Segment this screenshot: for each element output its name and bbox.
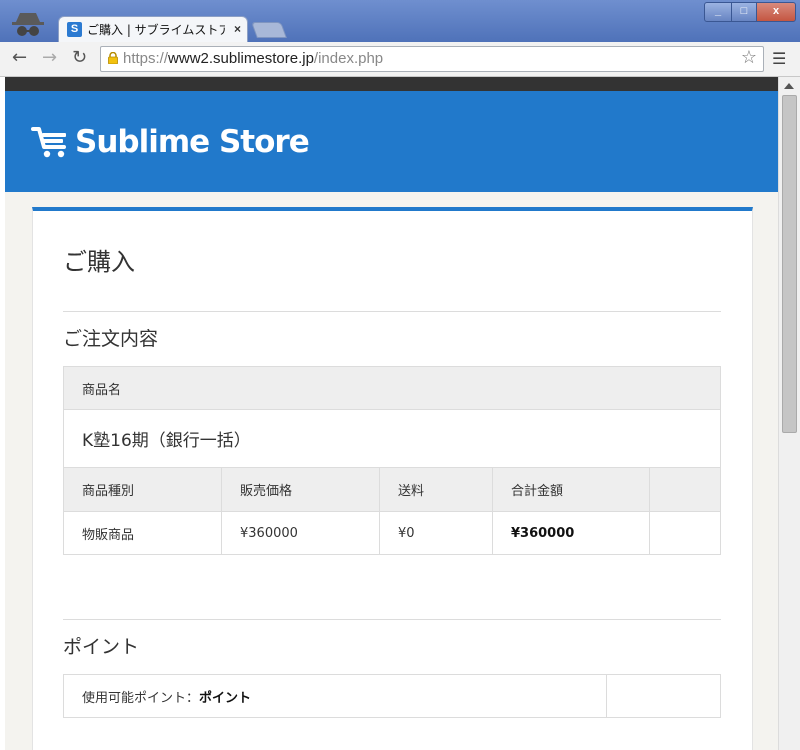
points-section-title: ポイント (63, 636, 140, 658)
site-logo[interactable]: Sublime Store (75, 124, 310, 160)
close-window-button[interactable]: x (756, 2, 796, 22)
tab-active[interactable]: S ご購入 | サブライムストア × (58, 16, 248, 43)
table-row: 物販商品 ¥360000 ¥0 ¥360000 (64, 512, 720, 554)
column-header: 販売価格 (240, 484, 293, 499)
url-host: www2.sublimestore.jp (168, 50, 314, 67)
product-name: K塾16期（銀行一括） (82, 431, 251, 451)
product-name-header-row: 商品名 (64, 367, 720, 409)
points-table: 使用可能ポイント： ポイント (63, 674, 721, 718)
vertical-scrollbar[interactable] (778, 77, 800, 750)
table-header-row: 商品種別 販売価格 送料 合計金額 (64, 468, 720, 511)
lock-icon (108, 52, 118, 64)
new-tab-button[interactable] (251, 22, 287, 38)
browser-toolbar: ← → ↻ https://www2.sublimestore.jp/index… (0, 42, 800, 77)
product-name-header: 商品名 (82, 382, 122, 398)
scroll-up-arrow-icon[interactable] (784, 83, 794, 89)
scroll-thumb[interactable] (782, 95, 797, 433)
product-name-row: K塾16期（銀行一括） (64, 410, 720, 467)
divider (63, 619, 721, 620)
minimize-button[interactable]: _ (704, 2, 732, 22)
address-bar[interactable]: https://www2.sublimestore.jp/index.php ☆ (100, 46, 764, 72)
browser-titlebar: S ご購入 | サブライムストア × _ □ x (0, 0, 800, 43)
page-viewport: Sublime Store ご購入 ご注文内容 商品名 K塾16期（銀行一括） … (5, 77, 778, 750)
points-label: 使用可能ポイント： (82, 690, 200, 706)
tab-close-icon[interactable]: × (234, 21, 241, 37)
star-icon[interactable]: ☆ (741, 48, 757, 68)
points-value: ポイント (199, 690, 252, 706)
order-section-title: ご注文内容 (63, 328, 159, 350)
incognito-icon (12, 13, 44, 36)
table-cell: ¥0 (398, 525, 415, 541)
site-header: Sublime Store (5, 91, 778, 192)
column-divider (649, 468, 650, 511)
url-path: /index.php (313, 50, 384, 67)
column-header: 送料 (398, 484, 425, 499)
site-favicon-icon: S (67, 22, 82, 37)
column-divider (649, 512, 650, 554)
table-cell: ¥360000 (240, 525, 298, 541)
back-icon[interactable]: ← (12, 48, 27, 68)
url-text: https://www2.sublimestore.jp/index.php (123, 50, 383, 68)
total-amount: ¥360000 (511, 525, 575, 541)
order-table: 商品名 K塾16期（銀行一括） 商品種別 販売価格 送料 合計金額 物販商品 ¥… (63, 366, 721, 555)
column-header: 商品種別 (82, 484, 135, 499)
forward-icon[interactable]: → (42, 48, 57, 68)
tab-title: ご購入 | サブライムストア (87, 23, 225, 37)
maximize-button[interactable]: □ (731, 2, 757, 22)
top-bar (5, 77, 778, 91)
column-header: 合計金額 (511, 484, 564, 499)
reload-icon[interactable]: ↻ (72, 48, 87, 68)
menu-icon[interactable]: ☰ (772, 50, 786, 68)
url-scheme: https:// (123, 50, 169, 67)
cart-icon (31, 127, 66, 158)
divider (63, 311, 721, 312)
column-divider (606, 675, 607, 717)
points-row: 使用可能ポイント： ポイント (64, 675, 720, 717)
purchase-card: ご購入 ご注文内容 商品名 K塾16期（銀行一括） 商品種別 販売価格 送料 合… (32, 207, 753, 750)
table-cell: 物販商品 (82, 527, 135, 543)
points-cell: 使用可能ポイント： ポイント (64, 675, 606, 717)
page-title: ご購入 (63, 248, 135, 276)
